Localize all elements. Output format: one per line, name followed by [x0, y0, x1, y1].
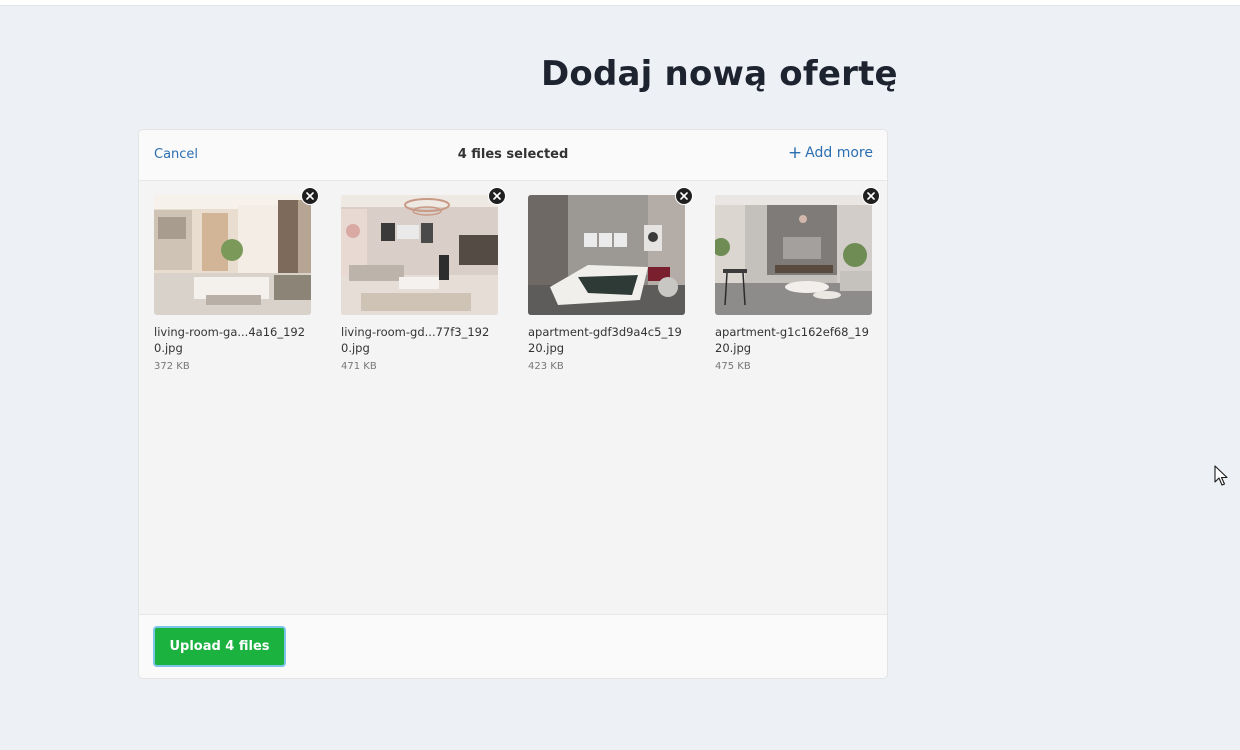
- file-name: living-room-ga...4a16_1920.jpg: [154, 325, 306, 355]
- remove-file-button[interactable]: [488, 187, 506, 205]
- file-list: living-room-ga...4a16_1920.jpg 372 KB li…: [154, 187, 880, 395]
- file-thumbnail: [154, 195, 311, 315]
- add-more-button[interactable]: + Add more: [787, 143, 873, 163]
- close-icon: [493, 192, 501, 200]
- file-upload-dashboard: Cancel 4 files selected + Add more livin…: [138, 129, 888, 679]
- files-selected-status: 4 files selected: [457, 147, 569, 162]
- file-thumbnail: [715, 195, 872, 315]
- add-more-label: Add more: [805, 145, 873, 161]
- upload-button[interactable]: Upload 4 files: [153, 626, 286, 667]
- dashboard-header: Cancel 4 files selected + Add more: [139, 130, 887, 181]
- file-thumbnail: [341, 195, 498, 315]
- file-size: 423 KB: [528, 361, 564, 372]
- file-thumbnail: [528, 195, 685, 315]
- file-name: living-room-gd...77f3_1920.jpg: [341, 325, 490, 355]
- close-icon: [867, 192, 875, 200]
- mouse-cursor-icon: [1214, 465, 1228, 491]
- remove-file-button[interactable]: [301, 187, 319, 205]
- dashboard-footer: Upload 4 files: [139, 614, 887, 678]
- close-icon: [306, 192, 314, 200]
- file-name: apartment-gdf3d9a4c5_1920.jpg: [528, 325, 682, 355]
- file-name: apartment-g1c162ef68_1920.jpg: [715, 325, 869, 355]
- plus-icon: +: [787, 143, 803, 163]
- file-size: 475 KB: [715, 361, 751, 372]
- close-icon: [680, 192, 688, 200]
- top-border: [0, 0, 1240, 6]
- file-size: 372 KB: [154, 361, 190, 372]
- remove-file-button[interactable]: [862, 187, 880, 205]
- file-size: 471 KB: [341, 361, 377, 372]
- remove-file-button[interactable]: [675, 187, 693, 205]
- page-title: Dodaj nową ofertę: [541, 54, 898, 94]
